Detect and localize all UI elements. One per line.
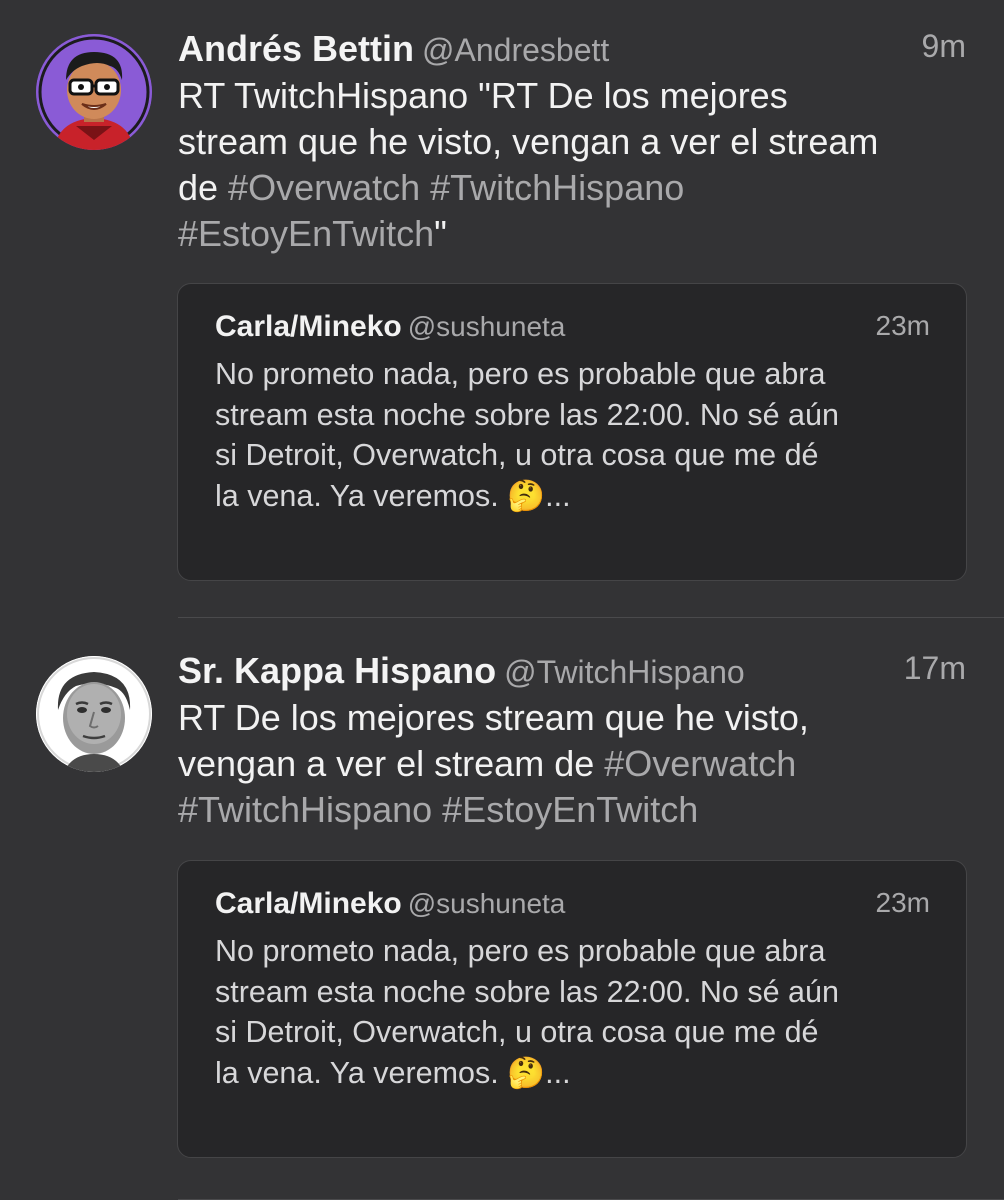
hashtag-link[interactable]: #TwitchHispano xyxy=(430,167,684,208)
quote-text-line: stream esta noche sobre las 22:00. No sé… xyxy=(215,974,839,1009)
tweet-header: Andrés Bettin @Andresbett 9m xyxy=(178,28,966,72)
tweet-text-segment xyxy=(420,167,430,208)
hashtag-link[interactable]: #EstoyEnTwitch xyxy=(178,213,434,254)
quote-author-handle: @sushuneta xyxy=(407,311,566,342)
tweet-text-line: stream que he visto, vengan a ver el str… xyxy=(178,121,879,162)
kappa-face-avatar-icon[interactable] xyxy=(36,656,152,772)
quote-author-name: Carla/Mineko xyxy=(215,887,402,920)
quoted-tweet-card[interactable]: Carla/Mineko @sushuneta 23m No prometo na… xyxy=(177,860,967,1158)
tweet-text: RT TwitchHispano "RT De los mejores stre… xyxy=(178,73,968,257)
tweet-andres-bettin[interactable]: Andrés Bettin @Andresbett 9m RT TwitchHis… xyxy=(0,0,1004,618)
quote-text-line: stream esta noche sobre las 22:00. No sé… xyxy=(215,397,839,432)
tweet-text-segment xyxy=(432,789,442,830)
tweet-text-segment: " xyxy=(434,213,447,254)
tweet-text-segment: vengan a ver el stream de xyxy=(178,743,605,784)
quote-header: Carla/Mineko @sushuneta 23m xyxy=(215,887,930,927)
quoted-tweet-card[interactable]: Carla/Mineko @sushuneta 23m No prometo na… xyxy=(177,283,967,581)
quote-text-line: si Detroit, Overwatch, u otra cosa que m… xyxy=(215,1015,819,1049)
tweet-text-line: vengan a ver el stream de #Overwatch xyxy=(178,741,968,787)
author-name[interactable]: Sr. Kappa Hispano xyxy=(178,650,496,691)
quote-text: No prometo nada, pero es probable que ab… xyxy=(215,354,940,516)
tweet-timestamp: 9m xyxy=(921,28,966,64)
hashtag-link[interactable]: #Overwatch xyxy=(604,743,796,784)
tweet-text-line: RT TwitchHispano "RT De los mejores xyxy=(178,75,788,116)
author-handle[interactable]: @Andresbett xyxy=(422,32,609,68)
quote-header: Carla/Mineko @sushuneta 23m xyxy=(215,310,930,350)
hashtag-link[interactable]: #EstoyEnTwitch xyxy=(442,789,698,830)
tweet-text-line: #EstoyEnTwitch" xyxy=(178,211,968,257)
hashtag-link[interactable]: #Overwatch xyxy=(228,167,420,208)
tweet-text-line: de #Overwatch #TwitchHispano xyxy=(178,165,968,211)
tweet-header: Sr. Kappa Hispano @TwitchHispano 17m xyxy=(178,650,966,694)
quote-timestamp: 23m xyxy=(875,887,930,918)
quote-text-line: No prometo nada, pero es probable que ab… xyxy=(215,357,826,391)
quote-author-handle: @sushuneta xyxy=(407,888,566,919)
tweet-sr-kappa-hispano[interactable]: Sr. Kappa Hispano @TwitchHispano 17m RT D… xyxy=(0,618,1004,1200)
tweet-text-line: #TwitchHispano #EstoyEnTwitch xyxy=(178,787,968,833)
quote-author-name: Carla/Mineko xyxy=(215,310,402,343)
author-name[interactable]: Andrés Bettin xyxy=(178,28,414,69)
tweet-timestamp: 17m xyxy=(903,650,966,686)
quote-text-line: No prometo nada, pero es probable que ab… xyxy=(215,934,826,968)
cartoon-avatar-icon[interactable] xyxy=(36,34,152,150)
hashtag-link[interactable]: #TwitchHispano xyxy=(178,789,432,830)
tweet-text: RT De los mejores stream que he visto, v… xyxy=(178,695,968,833)
tweet-text-segment: de xyxy=(178,167,229,208)
quote-timestamp: 23m xyxy=(875,310,930,341)
quote-text-line: la vena. Ya veremos. 🤔... xyxy=(215,478,571,513)
author-handle[interactable]: @TwitchHispano xyxy=(504,654,745,690)
quote-text-line: si Detroit, Overwatch, u otra cosa que m… xyxy=(215,438,819,472)
quote-text-line: la vena. Ya veremos. 🤔... xyxy=(215,1055,571,1090)
tweet-text-line: RT De los mejores stream que he visto, xyxy=(178,697,809,738)
quote-text: No prometo nada, pero es probable que ab… xyxy=(215,931,940,1093)
